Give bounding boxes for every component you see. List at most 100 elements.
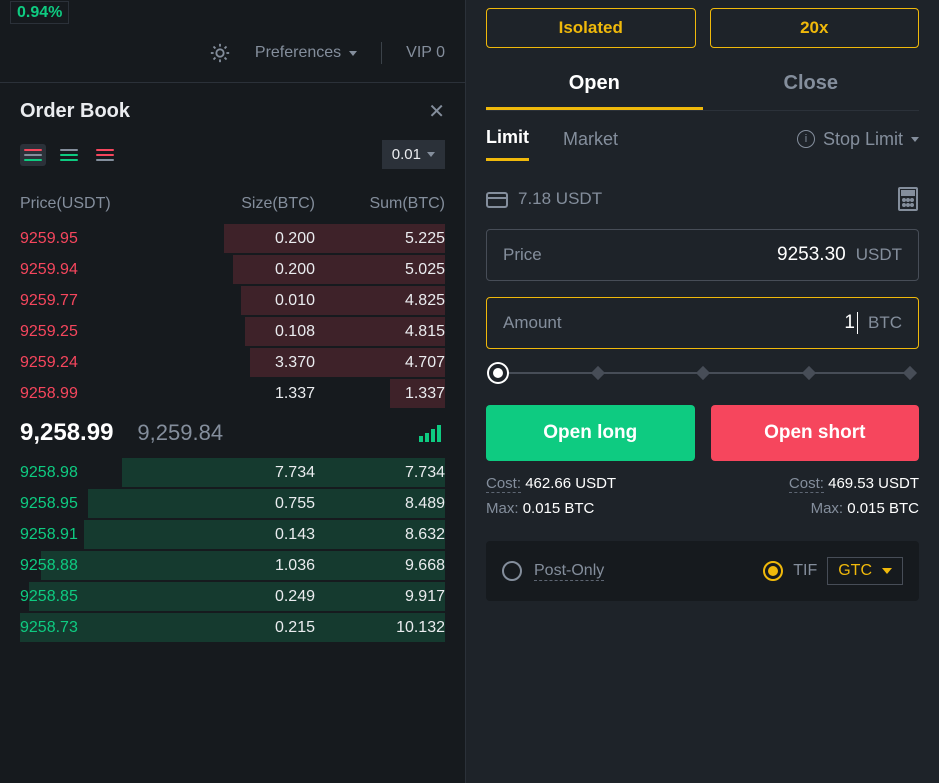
row-price: 9258.98	[20, 464, 170, 482]
amount-unit: BTC	[868, 313, 902, 333]
orderbook-row[interactable]: 9258.987.7347.734	[20, 457, 445, 488]
row-price: 9259.95	[20, 230, 170, 248]
orderbook-column-headers: Price(USDT) Size(BTC) Sum(BTC)	[0, 181, 465, 223]
tick-size-value: 0.01	[392, 146, 421, 163]
short-cost-max: Cost: 469.53 USDT Max: 0.015 BTC	[789, 475, 919, 517]
amount-value: 1	[844, 312, 858, 334]
row-size: 0.200	[170, 261, 315, 279]
tif-dropdown[interactable]: GTC	[827, 557, 903, 585]
amount-input[interactable]: Amount 1 BTC	[486, 297, 919, 349]
tif-radio[interactable]	[763, 561, 783, 581]
top-strip: 0.94%	[0, 0, 465, 28]
row-sum: 7.734	[315, 464, 445, 482]
position-tabs: Open Close	[486, 54, 919, 111]
orderbook-row[interactable]: 9258.950.7558.489	[20, 488, 445, 519]
row-sum: 4.707	[315, 354, 445, 372]
orderbook-view-bids-icon[interactable]	[56, 144, 82, 166]
long-max-value: 0.015 BTC	[523, 500, 595, 517]
tick-size-dropdown[interactable]: 0.01	[382, 140, 445, 169]
balance-row: 7.18 USDT	[486, 171, 919, 229]
row-price: 9258.88	[20, 557, 170, 575]
short-cost-value: 469.53 USDT	[828, 475, 919, 492]
open-short-button[interactable]: Open short	[711, 405, 920, 461]
tif-value: GTC	[838, 562, 872, 580]
header-size: Size(BTC)	[170, 195, 315, 213]
row-size: 0.249	[170, 588, 315, 606]
row-sum: 5.225	[315, 230, 445, 248]
orderbook-row[interactable]: 9259.243.3704.707	[20, 347, 445, 378]
orderbook-row[interactable]: 9259.770.0104.825	[20, 285, 445, 316]
row-size: 0.215	[170, 619, 315, 637]
ordertype-market[interactable]: Market	[563, 129, 618, 160]
tab-open[interactable]: Open	[486, 54, 703, 110]
post-only-label: Post-Only	[534, 562, 604, 581]
leverage-button[interactable]: 20x	[710, 8, 920, 48]
post-only-radio[interactable]	[502, 561, 522, 581]
price-change-percent: 0.94%	[10, 1, 69, 24]
row-size: 0.755	[170, 495, 315, 513]
wallet-icon	[486, 190, 508, 208]
ordertype-limit[interactable]: Limit	[486, 127, 529, 161]
left-panel: 0.94% Preferences VIP 0 Order Book ✕	[0, 0, 465, 783]
open-long-button[interactable]: Open long	[486, 405, 695, 461]
long-cost-value: 462.66 USDT	[525, 475, 616, 492]
row-size: 0.143	[170, 526, 315, 544]
orderbook-view-both-icon[interactable]	[20, 144, 46, 166]
row-sum: 1.337	[315, 385, 445, 403]
long-cost-max: Cost: 462.66 USDT Max: 0.015 BTC	[486, 475, 616, 517]
order-panel: Isolated 20x Open Close Limit Market i S…	[465, 0, 939, 783]
available-balance: 7.18 USDT	[518, 189, 602, 209]
brightness-icon[interactable]	[209, 42, 231, 64]
orderbook-view-icons	[20, 144, 118, 166]
row-size: 3.370	[170, 354, 315, 372]
orderbook-row[interactable]: 9259.940.2005.025	[20, 254, 445, 285]
slider-thumb[interactable]	[489, 364, 507, 382]
row-price: 9258.99	[20, 385, 170, 403]
orderbook-row[interactable]: 9258.881.0369.668	[20, 550, 445, 581]
margin-mode-button[interactable]: Isolated	[486, 8, 696, 48]
price-input[interactable]: Price 9253.30 USDT	[486, 229, 919, 281]
row-sum: 4.815	[315, 323, 445, 341]
row-size: 0.010	[170, 292, 315, 310]
order-type-tabs: Limit Market i Stop Limit	[486, 111, 919, 171]
row-sum: 10.132	[315, 619, 445, 637]
orderbook-row[interactable]: 9259.950.2005.225	[20, 223, 445, 254]
preferences-dropdown[interactable]: Preferences	[255, 44, 357, 62]
preferences-label: Preferences	[255, 44, 341, 62]
row-sum: 8.632	[315, 526, 445, 544]
orderbook-row[interactable]: 9258.991.3371.337	[20, 378, 445, 409]
slider-stop	[591, 366, 605, 380]
depth-bars-icon[interactable]	[419, 424, 445, 442]
orderbook-row[interactable]: 9259.250.1084.815	[20, 316, 445, 347]
row-price: 9258.73	[20, 619, 170, 637]
orderbook-row[interactable]: 9258.910.1438.632	[20, 519, 445, 550]
short-cost-label: Cost:	[789, 475, 824, 493]
short-max-label: Max:	[811, 500, 844, 517]
margin-leverage-row: Isolated 20x	[486, 0, 919, 48]
vip-label[interactable]: VIP 0	[406, 44, 445, 62]
row-price: 9259.24	[20, 354, 170, 372]
orderbook-header: Order Book ✕	[0, 83, 465, 134]
ordertype-stop-limit[interactable]: i Stop Limit	[797, 129, 919, 160]
tab-close[interactable]: Close	[703, 54, 920, 110]
cost-max-row: Cost: 462.66 USDT Max: 0.015 BTC Cost: 4…	[486, 475, 919, 517]
mid-price: 9,258.99	[20, 419, 113, 447]
row-sum: 5.025	[315, 261, 445, 279]
amount-slider[interactable]	[492, 365, 913, 381]
orderbook-mid: 9,258.99 9,259.84	[0, 409, 465, 457]
orderbook-row[interactable]: 9258.730.21510.132	[20, 612, 445, 643]
price-unit: USDT	[856, 245, 902, 265]
long-cost-label: Cost:	[486, 475, 521, 493]
row-price: 9258.95	[20, 495, 170, 513]
short-max-value: 0.015 BTC	[847, 500, 919, 517]
header-sum: Sum(BTC)	[315, 195, 445, 213]
info-icon: i	[797, 130, 815, 148]
orderbook-view-asks-icon[interactable]	[92, 144, 118, 166]
mid-mark-price: 9,259.84	[137, 420, 223, 446]
calculator-icon[interactable]	[897, 187, 919, 211]
row-size: 1.036	[170, 557, 315, 575]
close-icon[interactable]: ✕	[428, 99, 445, 124]
slider-stop	[801, 366, 815, 380]
top-toolbar: Preferences VIP 0	[0, 28, 465, 83]
orderbook-row[interactable]: 9258.850.2499.917	[20, 581, 445, 612]
